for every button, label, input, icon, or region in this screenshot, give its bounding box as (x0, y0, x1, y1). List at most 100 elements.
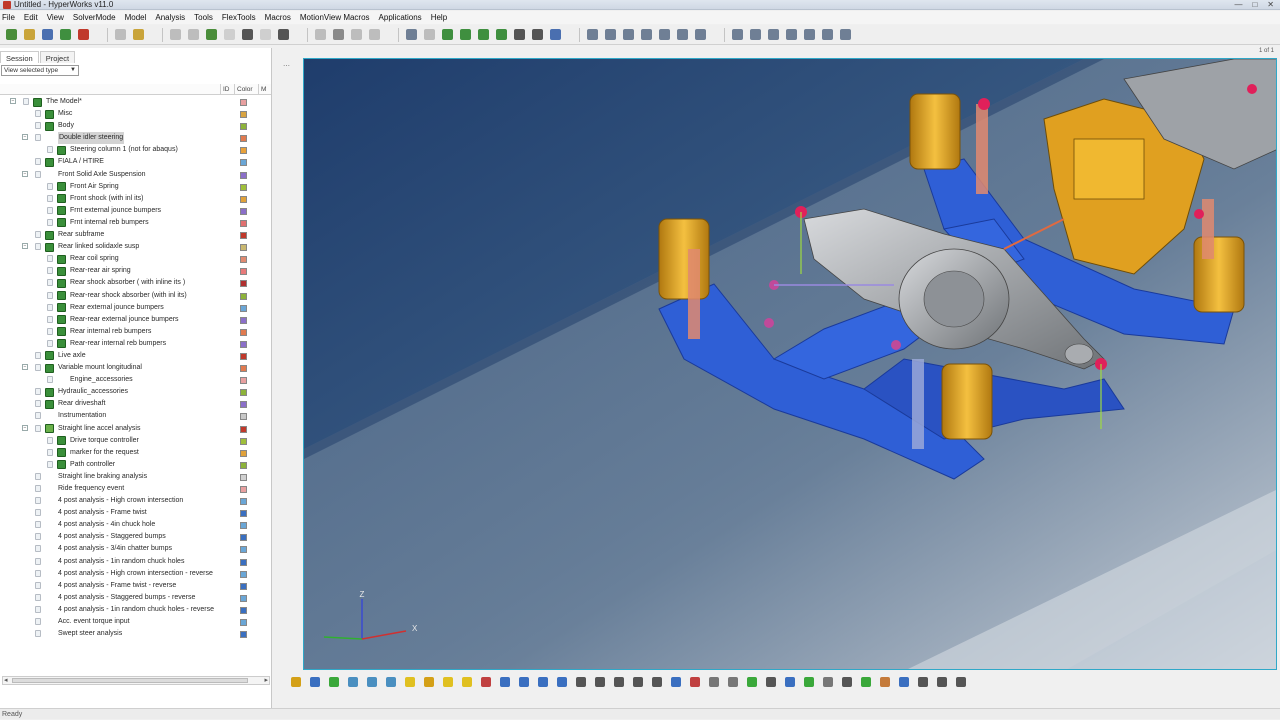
deform-button[interactable] (707, 675, 721, 689)
graphics-viewport[interactable]: Z X (303, 58, 1277, 670)
color-swatch[interactable] (240, 401, 247, 409)
color-swatch[interactable] (240, 606, 247, 614)
visibility-icon[interactable] (35, 231, 41, 239)
tree-row[interactable]: 4 post analysis - Staggered bumps - reve… (0, 592, 271, 604)
fit-z-button[interactable] (494, 27, 509, 42)
color-swatch[interactable] (240, 534, 247, 542)
visibility-icon[interactable] (35, 122, 41, 130)
view-type-select[interactable]: View selected type ▼ (1, 65, 79, 76)
tree-row[interactable]: 4 post analysis - 1in random chuck holes… (0, 604, 271, 616)
visibility-icon[interactable] (47, 327, 53, 335)
color-swatch[interactable] (240, 558, 247, 566)
visibility-icon[interactable] (35, 351, 41, 359)
tree-row[interactable]: Rear-rear shock absorber (with inl its) (0, 290, 271, 302)
collapse-icon[interactable]: − (22, 424, 28, 431)
color-swatch[interactable] (240, 195, 247, 203)
color-swatch[interactable] (240, 619, 247, 627)
spring-button[interactable] (574, 675, 588, 689)
beam-button[interactable] (517, 675, 531, 689)
template-button[interactable] (878, 675, 892, 689)
point-button[interactable] (403, 675, 417, 689)
visibility-icon[interactable] (35, 170, 41, 178)
layout-button[interactable] (258, 27, 273, 42)
visibility-icon[interactable] (35, 545, 41, 553)
column-color[interactable]: Color (234, 84, 253, 95)
collapse-icon[interactable]: − (22, 364, 28, 371)
color-swatch[interactable] (240, 473, 247, 481)
add-page-button[interactable] (204, 27, 219, 42)
tree-row[interactable]: − Variable mount longitudinal (0, 362, 271, 374)
tree-row[interactable]: Engine_accessories (0, 374, 271, 386)
color-swatch[interactable] (240, 256, 247, 264)
tree-row[interactable]: Rear external jounce bumpers (0, 302, 271, 314)
tree-row[interactable]: Frnt external jounce bumpers (0, 205, 271, 217)
tree-row[interactable]: Rear subframe (0, 229, 271, 241)
array-button[interactable] (745, 675, 759, 689)
label-text-button[interactable] (840, 675, 854, 689)
color-swatch[interactable] (240, 631, 247, 639)
axes-button[interactable] (512, 27, 527, 42)
menu-edit[interactable]: Edit (24, 13, 38, 22)
visibility-icon[interactable] (47, 448, 53, 456)
visibility-icon[interactable] (35, 569, 41, 577)
entity-select-button[interactable] (289, 675, 303, 689)
close-button[interactable]: ✕ (1267, 0, 1274, 10)
tree-row[interactable]: 4 post analysis - 1in random chuck holes (0, 556, 271, 568)
tree-row[interactable]: − Rear linked solidaxle susp (0, 241, 271, 253)
tree-row[interactable]: Rear coil spring (0, 253, 271, 265)
visibility-icon[interactable] (35, 605, 41, 613)
color-swatch[interactable] (240, 498, 247, 506)
scroll-left-icon[interactable]: ◂ (4, 676, 8, 684)
cut-button[interactable] (313, 27, 328, 42)
tree-row[interactable]: Instrumentation (0, 410, 271, 422)
globe-button[interactable] (327, 675, 341, 689)
wand-button[interactable] (4, 27, 19, 42)
view-front-button[interactable] (748, 27, 763, 42)
color-swatch[interactable] (240, 413, 247, 421)
tree-row[interactable]: 4 post analysis - Frame twist (0, 507, 271, 519)
visibility-icon[interactable] (47, 376, 53, 384)
undo-button[interactable] (113, 27, 128, 42)
menu-macros[interactable]: Macros (265, 13, 291, 22)
visibility-icon[interactable] (23, 98, 29, 105)
visibility-icon[interactable] (35, 412, 41, 420)
fit-y-button[interactable] (476, 27, 491, 42)
menu-model[interactable]: Model (125, 13, 147, 22)
menu-solvermode[interactable]: SolverMode (73, 13, 116, 22)
color-swatch[interactable] (240, 352, 247, 360)
tree-row[interactable]: Rear-rear internal reb bumpers (0, 338, 271, 350)
tree-row[interactable]: Misc (0, 108, 271, 120)
paste-button[interactable] (349, 27, 364, 42)
polybeam-button[interactable] (688, 675, 702, 689)
tree-row[interactable]: 4 post analysis - High crown intersectio… (0, 495, 271, 507)
solver-var-button[interactable] (726, 675, 740, 689)
tree-row[interactable]: FIALA / HTIRE (0, 156, 271, 168)
run-button[interactable] (859, 675, 873, 689)
maximize-button[interactable]: □ (1252, 0, 1257, 10)
color-swatch[interactable] (240, 340, 247, 348)
tree-row[interactable]: Front shock (with inl its) (0, 193, 271, 205)
tree-row[interactable]: Rear driveshaft (0, 398, 271, 410)
visibility-icon[interactable] (35, 158, 41, 166)
menu-motionview-macros[interactable]: MotionView Macros (300, 13, 370, 22)
visibility-icon[interactable] (35, 485, 41, 492)
visibility-icon[interactable] (47, 194, 53, 202)
find-button[interactable] (404, 27, 419, 42)
visibility-icon[interactable] (35, 134, 41, 142)
color-swatch[interactable] (240, 207, 247, 215)
tree-row[interactable]: Drive torque controller (0, 435, 271, 447)
color-swatch[interactable] (240, 159, 247, 167)
tree-row[interactable]: Swept steer analysis (0, 628, 271, 640)
visibility-icon[interactable] (47, 206, 53, 214)
color-wheel-button[interactable] (308, 675, 322, 689)
color-swatch[interactable] (240, 280, 247, 288)
tree-row[interactable]: 4 post analysis - High crown intersectio… (0, 568, 271, 580)
color-swatch[interactable] (240, 522, 247, 530)
fit-button[interactable] (440, 27, 455, 42)
visibility-icon[interactable] (35, 533, 41, 541)
color-swatch[interactable] (240, 171, 247, 179)
color-swatch[interactable] (240, 244, 247, 252)
braces-button[interactable] (935, 675, 949, 689)
tab-project[interactable]: Project (39, 51, 76, 63)
visibility-icon[interactable] (35, 400, 41, 408)
